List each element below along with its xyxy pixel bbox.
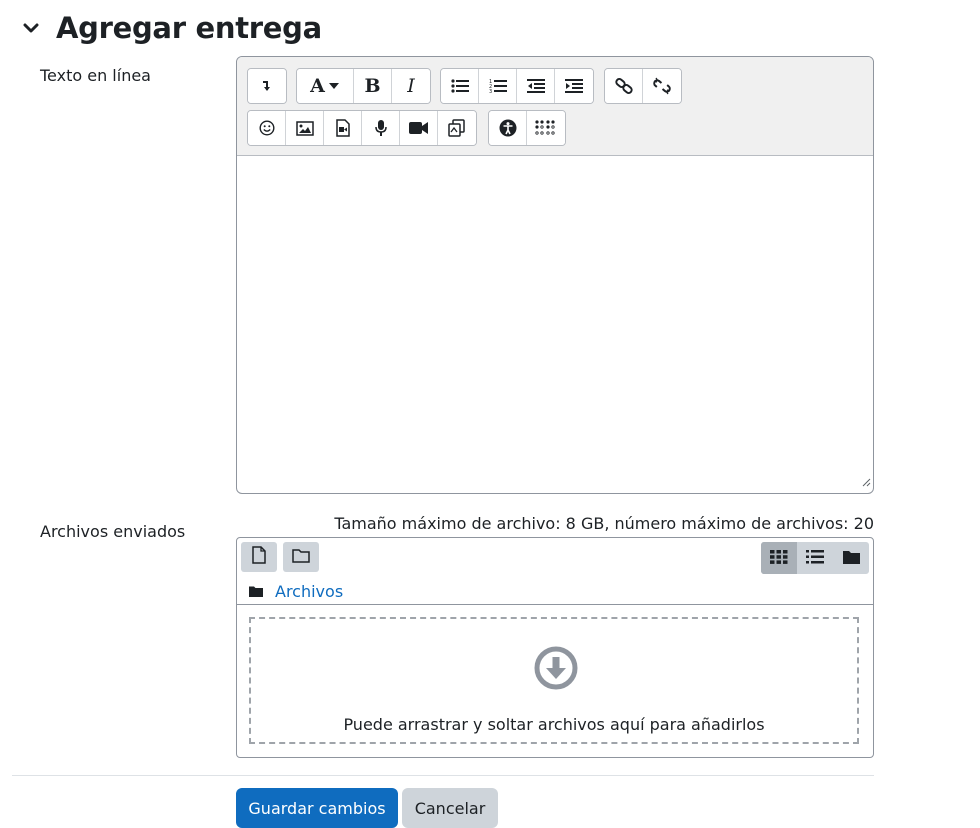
outdent-button[interactable] [517, 69, 555, 103]
unordered-list-icon [450, 79, 469, 93]
list-icon [806, 549, 824, 568]
emoji-icon [258, 120, 275, 136]
collapse-icon [260, 79, 274, 93]
section-title: Agregar entrega [56, 11, 322, 45]
online-text-label: Texto en línea [40, 66, 151, 85]
file-limits-info: Tamaño máximo de archivo: 8 GB, número m… [334, 514, 874, 533]
folder-breadcrumb-icon [249, 582, 263, 601]
section-header[interactable]: Agregar entrega [20, 8, 322, 48]
toolbar-group-style: A B I [296, 68, 431, 104]
link-button[interactable] [605, 69, 643, 103]
manage-files-icon [448, 119, 466, 137]
font-style-icon: A [310, 75, 340, 97]
create-folder-button[interactable] [283, 542, 319, 572]
grid-icon [770, 549, 788, 568]
add-file-button[interactable] [241, 542, 277, 572]
unlink-icon [653, 77, 671, 95]
outdent-icon [526, 79, 545, 93]
view-tree-button[interactable] [833, 542, 869, 574]
folder-solid-icon [842, 549, 860, 568]
breadcrumb: Archivos [249, 582, 343, 601]
toolbar-group-insert [247, 110, 477, 146]
media-button[interactable] [324, 111, 362, 145]
svg-text:3: 3 [489, 89, 492, 94]
screenreader-helper-icon [535, 120, 557, 136]
folder-icon [292, 548, 310, 567]
record-video-icon [408, 121, 429, 135]
editor-toolbar: A B I 123 [237, 57, 873, 156]
file-manager: Archivos Puede arrastrar y soltar archiv… [236, 537, 874, 758]
file-icon [251, 546, 267, 568]
text-editor: A B I 123 [236, 56, 874, 494]
bold-button[interactable]: B [354, 69, 392, 103]
record-video-button[interactable] [400, 111, 438, 145]
toolbar-group-lists: 123 [440, 68, 594, 104]
file-manager-divider [237, 604, 873, 605]
view-icons-button[interactable] [761, 542, 797, 574]
resize-handle-icon[interactable] [861, 472, 871, 491]
indent-icon [565, 79, 583, 93]
view-list-button[interactable] [797, 542, 833, 574]
screenreader-helper-button[interactable] [527, 111, 565, 145]
unlink-button[interactable] [643, 69, 681, 103]
image-icon [295, 120, 314, 136]
font-style-button[interactable]: A [297, 69, 354, 103]
cancel-button[interactable]: Cancelar [402, 788, 498, 828]
ordered-list-button[interactable]: 123 [479, 69, 517, 103]
dropzone-text: Puede arrastrar y soltar archivos aquí p… [343, 715, 765, 734]
view-mode-toggle [761, 542, 869, 574]
submitted-files-label: Archivos enviados [40, 522, 186, 541]
media-icon [335, 119, 351, 137]
download-arrow-icon [534, 646, 578, 694]
unordered-list-button[interactable] [441, 69, 479, 103]
italic-button[interactable]: I [392, 69, 430, 103]
file-dropzone[interactable]: Puede arrastrar y soltar archivos aquí p… [249, 617, 859, 744]
emoji-button[interactable] [248, 111, 286, 145]
bold-icon: B [364, 75, 381, 97]
record-audio-button[interactable] [362, 111, 400, 145]
toolbar-group-collapse [247, 68, 287, 104]
image-button[interactable] [286, 111, 324, 145]
record-audio-icon [374, 119, 388, 137]
toolbar-group-accessibility [488, 110, 566, 146]
accessibility-checker-button[interactable] [489, 111, 527, 145]
chevron-down-icon[interactable] [20, 17, 42, 39]
indent-button[interactable] [555, 69, 593, 103]
toolbar-group-links [604, 68, 682, 104]
form-divider [12, 775, 874, 776]
accessibility-checker-icon [499, 119, 517, 137]
collapse-toolbar-button[interactable] [248, 69, 286, 103]
breadcrumb-link-files[interactable]: Archivos [275, 582, 343, 601]
manage-files-button[interactable] [438, 111, 476, 145]
ordered-list-icon: 123 [489, 78, 507, 94]
link-icon [614, 77, 633, 95]
editor-content-area[interactable] [237, 156, 873, 493]
italic-icon: I [407, 75, 415, 97]
save-button[interactable]: Guardar cambios [236, 788, 398, 828]
